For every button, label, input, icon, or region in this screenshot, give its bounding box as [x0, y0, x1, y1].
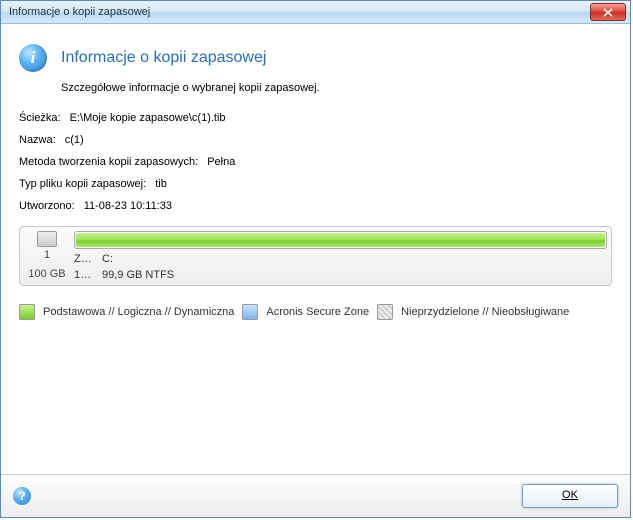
- disk-summary: 1 100 GB: [24, 231, 70, 281]
- disk-row1-col1: Z…: [74, 253, 96, 265]
- drive-icon: [37, 231, 57, 247]
- close-button[interactable]: [590, 3, 626, 21]
- page-title: Informacje o kopii zapasowej: [61, 49, 266, 67]
- titlebar: Informacje o kopii zapasowej: [1, 1, 630, 24]
- method-value: Pełna: [207, 156, 235, 168]
- disk-capacity: 100 GB: [28, 268, 65, 280]
- field-method: Metoda tworzenia kopii zapasowych: Pełna: [19, 156, 612, 168]
- legend-label-unallocated: Nieprzydzielone // Nieobsługiwane: [401, 306, 569, 318]
- disk-info-row1: Z… C:: [74, 253, 607, 265]
- field-name: Nazwa: c(1): [19, 134, 612, 146]
- path-label: Ścieżka:: [19, 112, 61, 124]
- disk-row2-col1: 1…: [74, 269, 96, 281]
- window-title: Informacje o kopii zapasowej: [9, 6, 590, 18]
- footer: ? OK: [1, 474, 630, 517]
- partition-fill: [76, 233, 605, 247]
- header-row: i Informacje o kopii zapasowej: [19, 44, 612, 72]
- backup-info-window: Informacje o kopii zapasowej i Informacj…: [0, 0, 631, 518]
- disk-info-row2: 1… 99,9 GB NTFS: [74, 269, 607, 281]
- legend-swatch-acronis: [242, 304, 258, 320]
- info-icon: i: [19, 44, 47, 72]
- partition-bar[interactable]: [74, 231, 607, 249]
- filetype-value: tib: [155, 178, 167, 190]
- ok-underline: O: [562, 489, 571, 501]
- legend: Podstawowa // Logiczna // Dynamiczna Acr…: [19, 304, 612, 320]
- legend-swatch-primary: [19, 304, 35, 320]
- ok-button[interactable]: OK: [522, 484, 618, 508]
- disk-row1-col2: C:: [102, 253, 113, 265]
- filetype-label: Typ pliku kopii zapasowej:: [19, 178, 146, 190]
- path-value: E:\Moje kopie zapasowe\c(1).tib: [70, 112, 226, 124]
- legend-swatch-unallocated: [377, 304, 393, 320]
- disk-row2-col2: 99,9 GB NTFS: [102, 269, 174, 281]
- content-area: i Informacje o kopii zapasowej Szczegóło…: [1, 24, 630, 474]
- legend-label-acronis: Acronis Secure Zone: [266, 306, 369, 318]
- close-icon: [603, 8, 613, 17]
- name-value: c(1): [65, 134, 84, 146]
- field-filetype: Typ pliku kopii zapasowej: tib: [19, 178, 612, 190]
- legend-label-primary: Podstawowa // Logiczna // Dynamiczna: [43, 306, 234, 318]
- created-label: Utworzono:: [19, 200, 75, 212]
- method-label: Metoda tworzenia kopii zapasowych:: [19, 156, 198, 168]
- disk-panel: 1 100 GB Z… C: 1… 99,9 GB NTFS: [19, 226, 612, 286]
- created-value: 11-08-23 10:11:33: [84, 200, 172, 212]
- ok-rest: K: [571, 489, 578, 501]
- disk-detail: Z… C: 1… 99,9 GB NTFS: [74, 231, 607, 281]
- help-button[interactable]: ?: [13, 487, 31, 505]
- field-created: Utworzono: 11-08-23 10:11:33: [19, 200, 612, 212]
- name-label: Nazwa:: [19, 134, 56, 146]
- field-path: Ścieżka: E:\Moje kopie zapasowe\c(1).tib: [19, 112, 612, 124]
- page-subtitle: Szczegółowe informacje o wybranej kopii …: [61, 82, 612, 94]
- disk-index: 1: [44, 249, 50, 261]
